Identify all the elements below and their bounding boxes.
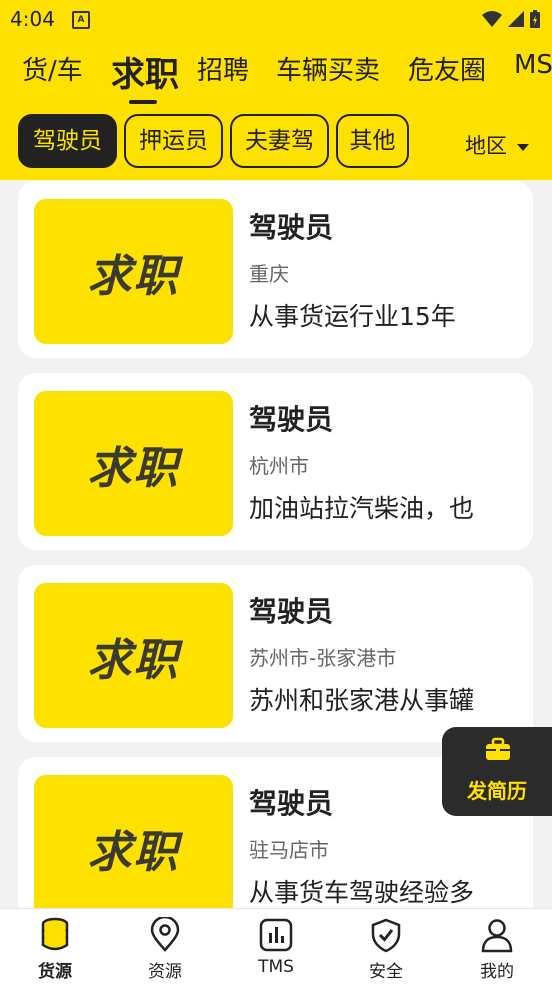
chip-couple-drivers[interactable]: 夫妻驾 — [230, 114, 329, 168]
listing-description: 加油站拉汽柴油，也 — [249, 494, 475, 523]
status-time: 4:04 — [10, 7, 55, 31]
active-tab-indicator — [129, 100, 157, 104]
listing-location: 重庆 — [249, 262, 289, 286]
tab-job-seeking[interactable]: 求职 — [111, 50, 179, 96]
listing-card[interactable]: 求职 驾驶员 苏州市-张家港市 苏州和张家港从事罐 — [18, 565, 533, 742]
battery-icon — [530, 10, 540, 28]
tab-community[interactable]: 危友圈 — [408, 50, 486, 87]
chip-escort[interactable]: 押运员 — [124, 114, 223, 168]
tab-ms[interactable]: MS — [514, 50, 552, 80]
signal-icon — [508, 11, 524, 27]
nav-goods-source[interactable]: 货源 — [0, 909, 110, 984]
top-header: 4:04 A 货/车 求职 招聘 车辆买卖 危友圈 MS 驾驶员 押运员 夫妻驾… — [0, 0, 552, 180]
tab-vehicle-trading[interactable]: 车辆买卖 — [276, 50, 380, 87]
shield-check-icon — [371, 918, 401, 953]
location-pin-icon — [150, 917, 180, 952]
nav-label: 资源 — [148, 962, 182, 982]
listing-location: 驻马店市 — [249, 838, 329, 862]
tab-goods-vehicles[interactable]: 货/车 — [22, 50, 83, 87]
nav-safety[interactable]: 安全 — [331, 909, 441, 984]
listing-title: 驾驶员 — [249, 595, 334, 628]
nav-resources[interactable]: 资源 — [110, 909, 220, 984]
listing-title: 驾驶员 — [249, 403, 334, 436]
listing-card[interactable]: 求职 驾驶员 重庆 从事货运行业15年 — [18, 181, 533, 358]
wifi-icon — [482, 11, 502, 27]
nav-label: TMS — [258, 957, 294, 977]
nav-label: 我的 — [480, 962, 514, 982]
post-resume-button[interactable]: 发简历 — [442, 727, 552, 816]
nav-profile[interactable]: 我的 — [442, 909, 552, 984]
caret-down-icon — [517, 143, 529, 151]
listing-location: 苏州市-张家港市 — [249, 646, 397, 670]
tab-recruiting[interactable]: 招聘 — [197, 50, 249, 87]
status-bar: 4:04 A — [0, 0, 552, 38]
listing-location: 杭州市 — [249, 454, 309, 478]
nav-label: 安全 — [369, 962, 403, 982]
bottom-nav: 货源 资源 TMS 安全 我的 — [0, 908, 552, 984]
listing-description: 苏州和张家港从事罐 — [249, 686, 475, 715]
chip-other[interactable]: 其他 — [336, 114, 409, 168]
region-dropdown[interactable]: 地区 — [465, 130, 529, 160]
notification-icon: A — [72, 11, 90, 29]
region-label: 地区 — [465, 134, 507, 158]
post-resume-label: 发简历 — [467, 779, 527, 803]
listing-card[interactable]: 求职 驾驶员 杭州市 加油站拉汽柴油，也 — [18, 373, 533, 550]
listing-thumbnail: 求职 — [34, 775, 233, 908]
listing-description: 从事货运行业15年 — [249, 302, 456, 331]
listing-thumbnail: 求职 — [34, 391, 233, 536]
system-icons — [482, 9, 540, 29]
chip-driver[interactable]: 驾驶员 — [18, 114, 117, 168]
listing-title: 驾驶员 — [249, 787, 334, 820]
nav-tms[interactable]: TMS — [221, 909, 331, 984]
category-tabs: 货/车 求职 招聘 车辆买卖 危友圈 MS — [0, 50, 552, 102]
listing-thumbnail: 求职 — [34, 199, 233, 344]
bar-chart-icon — [259, 918, 293, 952]
listing-thumbnail: 求职 — [34, 583, 233, 728]
coins-icon — [41, 917, 69, 951]
listing-title: 驾驶员 — [249, 211, 334, 244]
briefcase-icon — [486, 737, 510, 760]
nav-label: 货源 — [38, 962, 72, 982]
listing-description: 从事货车驾驶经验多 — [249, 878, 475, 907]
user-icon — [481, 919, 513, 953]
